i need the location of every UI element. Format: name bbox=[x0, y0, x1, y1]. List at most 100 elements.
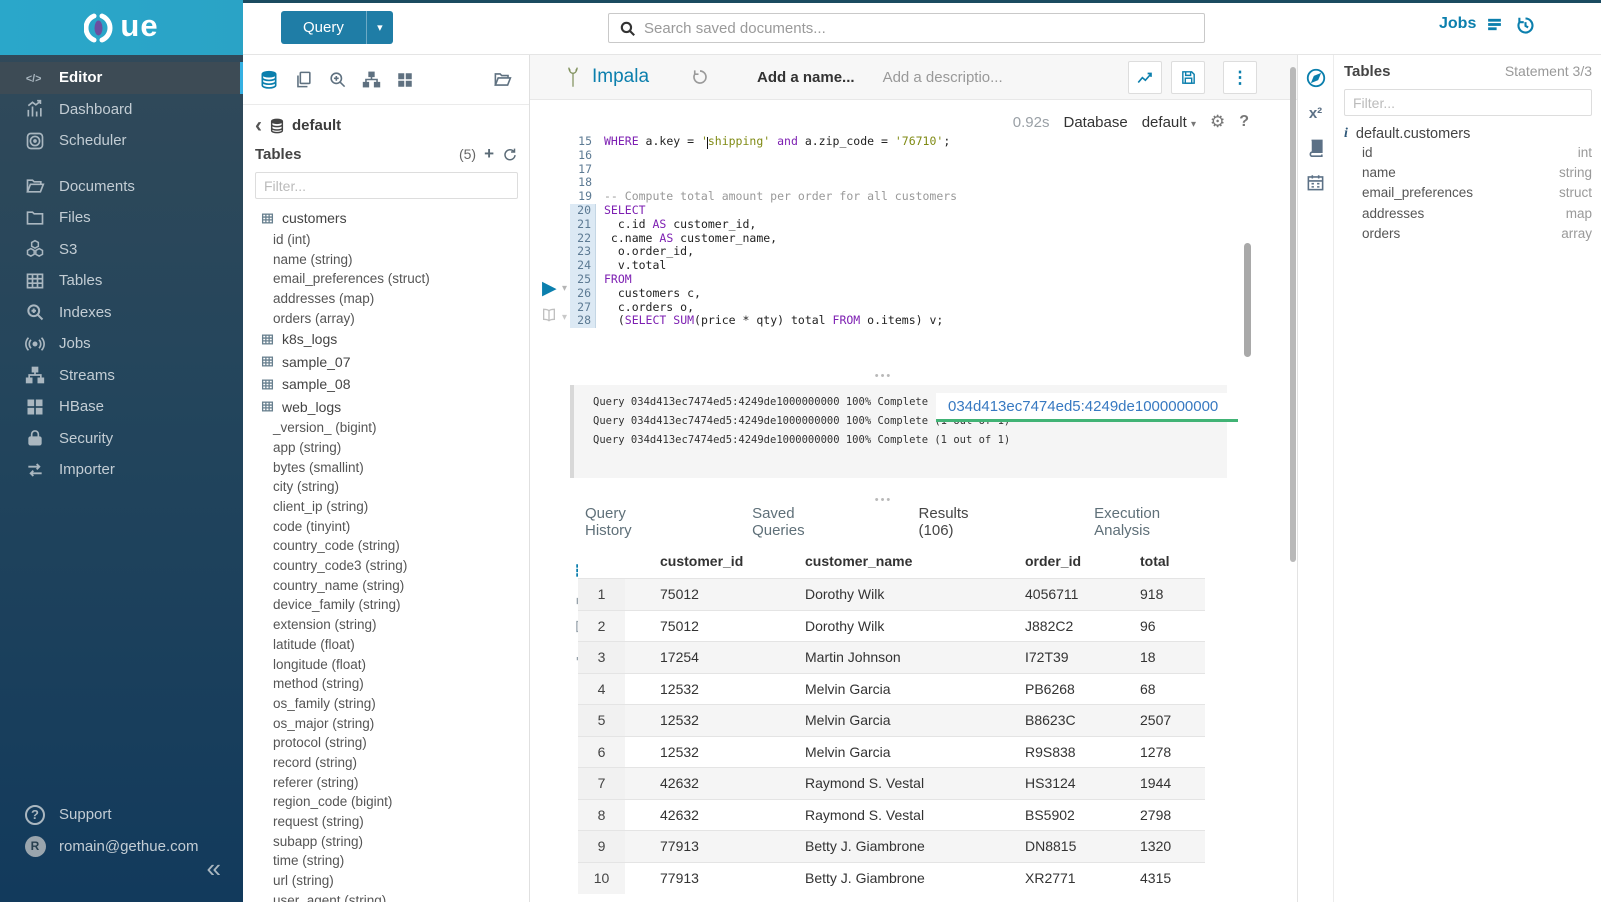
column-header-total[interactable]: total bbox=[1105, 545, 1205, 579]
column-item[interactable]: bytes (smallint) bbox=[243, 457, 529, 477]
column-header-order_id[interactable]: order_id bbox=[990, 545, 1105, 579]
column-item[interactable]: request (string) bbox=[243, 812, 529, 832]
execute-button[interactable]: ▶ bbox=[542, 277, 557, 300]
compass-assist-icon[interactable] bbox=[1305, 67, 1327, 89]
column-header-customer_name[interactable]: customer_name bbox=[770, 545, 990, 579]
results-table[interactable]: customer_idcustomer_nameorder_idtotal 17… bbox=[578, 545, 1205, 894]
column-item[interactable]: extension (string) bbox=[243, 615, 529, 635]
sidebar-item-streams[interactable]: Streams bbox=[0, 360, 243, 392]
table-item-web_logs[interactable]: web_logs bbox=[243, 395, 529, 418]
table-row[interactable]: 175012Dorothy Wilk4056711918 bbox=[578, 579, 1205, 611]
column-item[interactable]: app (string) bbox=[243, 438, 529, 458]
column-item[interactable]: record (string) bbox=[243, 753, 529, 773]
functions-icon[interactable]: x² bbox=[1309, 105, 1322, 122]
sidebar-item-tables[interactable]: Tables bbox=[0, 265, 243, 297]
chart-button[interactable] bbox=[1128, 61, 1162, 94]
sidebar-item-editor[interactable]: </>Editor bbox=[0, 62, 243, 94]
column-item[interactable]: country_name (string) bbox=[243, 575, 529, 595]
table-item-customers[interactable]: customers bbox=[243, 207, 529, 230]
assist-column-name[interactable]: namestring bbox=[1344, 162, 1592, 182]
assist-scrollbar[interactable] bbox=[1290, 67, 1296, 562]
back-chevron-icon[interactable]: ‹ bbox=[255, 120, 262, 132]
collapse-sidebar-button[interactable]: « bbox=[207, 853, 221, 884]
column-item[interactable]: id (int) bbox=[243, 230, 529, 250]
table-item-sample_07[interactable]: sample_07 bbox=[243, 350, 529, 373]
sidebar-item-s3[interactable]: S3 bbox=[0, 234, 243, 266]
new-query-button[interactable]: Query ▾ bbox=[281, 11, 393, 44]
table-row[interactable]: 742632Raymond S. VestalHS31241944 bbox=[578, 768, 1205, 800]
sidebar-item-security[interactable]: Security bbox=[0, 423, 243, 455]
language-reference-caret[interactable]: ▾ bbox=[562, 312, 567, 323]
query-id-link[interactable]: 034d413ec7474ed5:4249de1000000000 bbox=[936, 393, 1238, 422]
assist-column-orders[interactable]: ordersarray bbox=[1344, 223, 1592, 243]
column-item[interactable]: user_agent (string) bbox=[243, 890, 529, 902]
column-item[interactable]: os_family (string) bbox=[243, 694, 529, 714]
sidebar-item-importer[interactable]: Importer bbox=[0, 454, 243, 486]
apps-grid-icon[interactable] bbox=[396, 71, 414, 89]
sidebar-item-scheduler[interactable]: Scheduler bbox=[0, 125, 243, 157]
resize-handle[interactable]: ••• bbox=[530, 497, 1237, 505]
editor-scrollbar[interactable] bbox=[1244, 243, 1251, 357]
table-row[interactable]: 1077913Betty J. GiambroneXR27714315 bbox=[578, 862, 1205, 894]
query-name-field[interactable]: Add a name... bbox=[757, 69, 855, 86]
sidebar-item-dashboard[interactable]: Dashboard bbox=[0, 94, 243, 126]
table-row[interactable]: 412532Melvin GarciaPB626868 bbox=[578, 673, 1205, 705]
engine-name[interactable]: Impala bbox=[592, 66, 649, 88]
calendar-icon[interactable] bbox=[1306, 173, 1325, 192]
snippet-history-icon[interactable] bbox=[691, 68, 709, 86]
column-item[interactable]: device_family (string) bbox=[243, 595, 529, 615]
column-item[interactable]: orders (array) bbox=[243, 308, 529, 328]
assist-filter-input[interactable]: Filter... bbox=[1344, 89, 1592, 116]
query-dropdown-caret[interactable]: ▾ bbox=[366, 11, 393, 44]
column-item[interactable]: time (string) bbox=[243, 851, 529, 871]
column-item[interactable]: subapp (string) bbox=[243, 831, 529, 851]
column-item[interactable]: protocol (string) bbox=[243, 733, 529, 753]
assist-column-addresses[interactable]: addressesmap bbox=[1344, 203, 1592, 223]
resize-handle[interactable]: ••• bbox=[530, 373, 1237, 381]
table-row[interactable]: 612532Melvin GarciaR9S8381278 bbox=[578, 736, 1205, 768]
database-breadcrumb[interactable]: ‹ default bbox=[243, 105, 529, 136]
help-icon[interactable]: ? bbox=[1239, 113, 1249, 131]
sidebar-item-indexes[interactable]: Indexes bbox=[0, 297, 243, 329]
databases-icon[interactable] bbox=[259, 70, 279, 90]
table-row[interactable]: 275012Dorothy WilkJ882C296 bbox=[578, 610, 1205, 642]
assist-table-row[interactable]: i default.customers bbox=[1344, 126, 1592, 142]
table-row[interactable]: 317254Martin JohnsonI72T3918 bbox=[578, 642, 1205, 674]
column-item[interactable]: email_preferences (struct) bbox=[243, 269, 529, 289]
assist-column-id[interactable]: idint bbox=[1344, 142, 1592, 162]
sidebar-item-jobs[interactable]: Jobs bbox=[0, 328, 243, 360]
column-item[interactable]: region_code (bigint) bbox=[243, 792, 529, 812]
tables-filter-input[interactable]: Filter... bbox=[255, 172, 518, 199]
jobs-link[interactable]: Jobs bbox=[1439, 15, 1504, 33]
column-header-customer_id[interactable]: customer_id bbox=[625, 545, 770, 579]
query-description-field[interactable]: Add a descriptio... bbox=[883, 69, 1003, 86]
column-item[interactable]: _version_ (bigint) bbox=[243, 418, 529, 438]
column-item[interactable]: longitude (float) bbox=[243, 654, 529, 674]
column-item[interactable]: code (tinyint) bbox=[243, 516, 529, 536]
column-item[interactable]: referer (string) bbox=[243, 772, 529, 792]
table-row[interactable]: 842632Raymond S. VestalBS59022798 bbox=[578, 799, 1205, 831]
sidebar-item-documents[interactable]: Documents bbox=[0, 171, 243, 203]
column-item[interactable]: country_code3 (string) bbox=[243, 556, 529, 576]
save-button[interactable] bbox=[1171, 61, 1205, 94]
sidebar-item-hbase[interactable]: HBase bbox=[0, 391, 243, 423]
column-item[interactable]: os_major (string) bbox=[243, 713, 529, 733]
table-item-k8s_logs[interactable]: k8s_logs bbox=[243, 328, 529, 351]
column-item[interactable]: client_ip (string) bbox=[243, 497, 529, 517]
search-plus-icon[interactable] bbox=[328, 70, 347, 89]
open-folder-icon[interactable] bbox=[492, 70, 513, 89]
column-item[interactable]: url (string) bbox=[243, 871, 529, 891]
sidebar-item-support[interactable]: ?Support bbox=[0, 799, 243, 831]
column-item[interactable]: country_code (string) bbox=[243, 536, 529, 556]
settings-gear-icon[interactable]: ⚙ bbox=[1210, 112, 1225, 132]
assist-column-email_preferences[interactable]: email_preferencesstruct bbox=[1344, 183, 1592, 203]
column-item[interactable]: addresses (map) bbox=[243, 289, 529, 309]
add-table-icon[interactable]: + bbox=[484, 144, 494, 164]
language-book-icon[interactable] bbox=[1306, 138, 1325, 157]
column-item[interactable]: city (string) bbox=[243, 477, 529, 497]
column-item[interactable]: latitude (float) bbox=[243, 635, 529, 655]
history-icon[interactable] bbox=[1515, 15, 1536, 36]
documents-copy-icon[interactable] bbox=[294, 70, 313, 89]
table-row[interactable]: 512532Melvin GarciaB8623C2507 bbox=[578, 705, 1205, 737]
table-item-sample_08[interactable]: sample_08 bbox=[243, 373, 529, 396]
